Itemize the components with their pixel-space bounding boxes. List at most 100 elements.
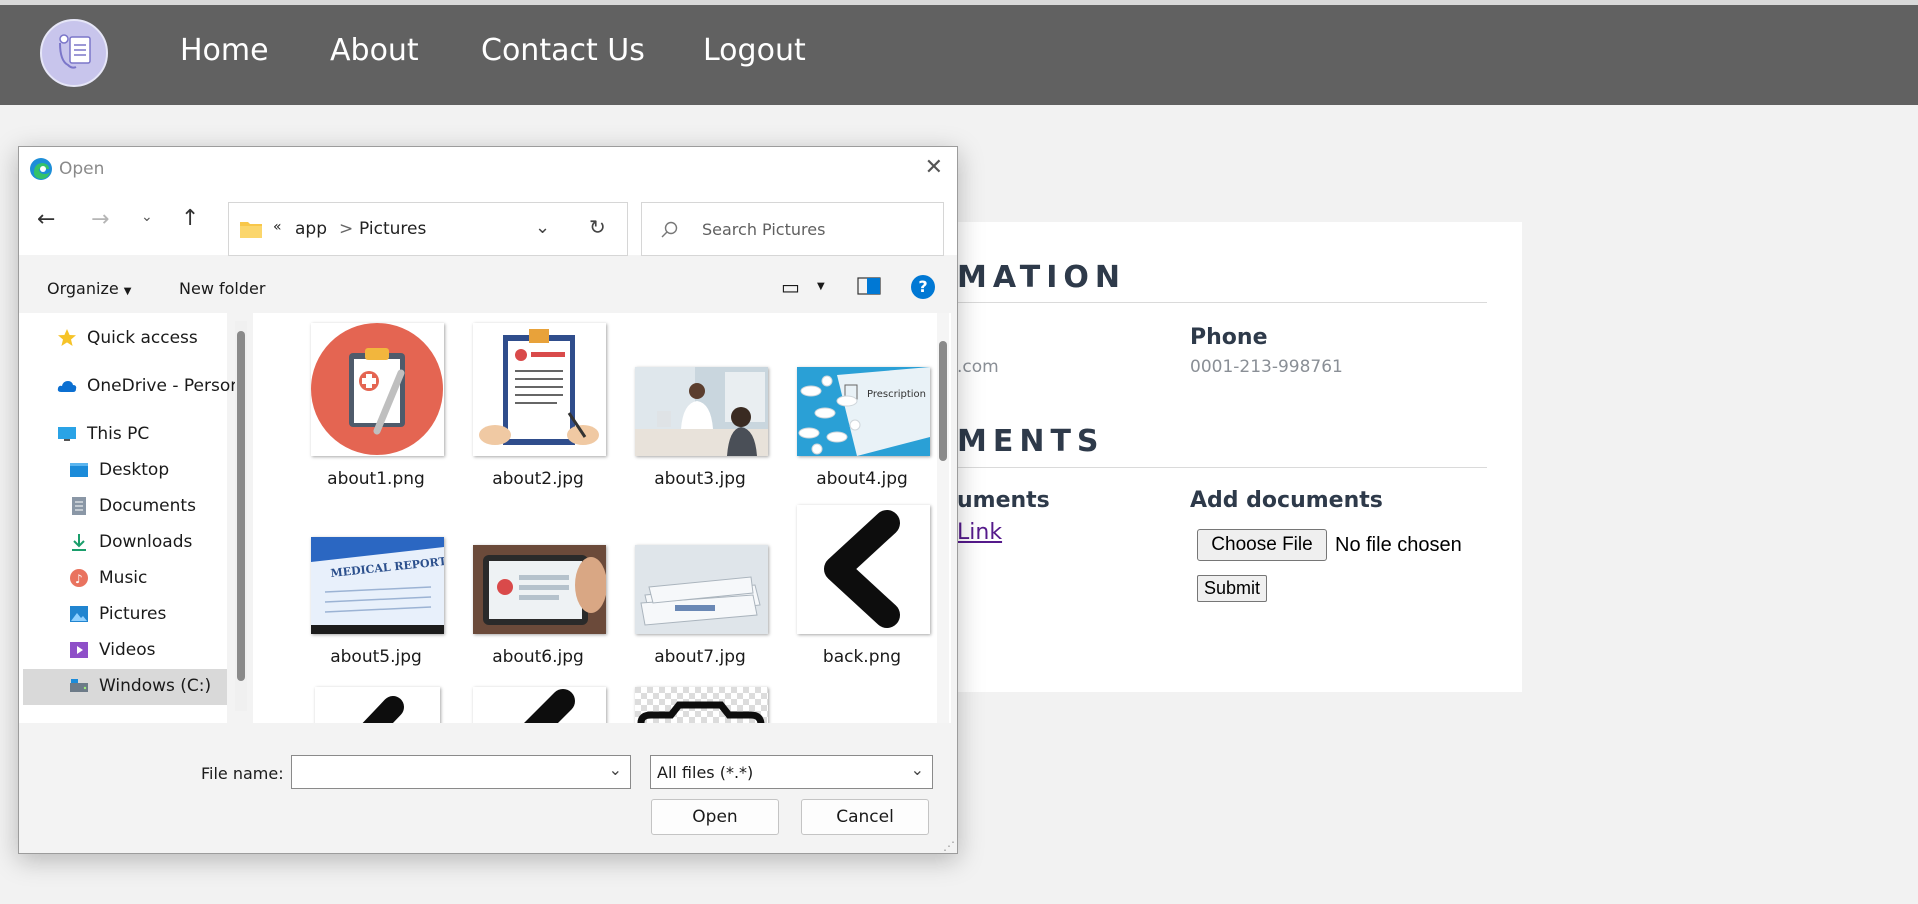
view-options-icon[interactable]: ▭: [781, 275, 800, 299]
nav-logout[interactable]: Logout: [703, 33, 806, 68]
nav-music[interactable]: Music: [99, 568, 147, 588]
close-icon[interactable]: ✕: [925, 155, 943, 180]
nav-quick-access[interactable]: Quick access: [87, 328, 198, 348]
nav-contact-us[interactable]: Contact Us: [481, 33, 645, 68]
file-pane-scrollbar[interactable]: [937, 313, 949, 723]
search-box[interactable]: Search Pictures: [641, 202, 944, 256]
file-thumbnail-about6[interactable]: [473, 545, 606, 634]
address-separator: >: [339, 219, 354, 239]
file-name-about4[interactable]: about4.jpg: [797, 469, 927, 489]
phone-label: Phone: [1190, 325, 1268, 350]
search-placeholder: Search Pictures: [702, 220, 826, 239]
file-thumbnail-partial[interactable]: [635, 687, 768, 723]
file-thumbnail-about2[interactable]: [473, 323, 606, 456]
choose-file-button[interactable]: Choose File: [1197, 529, 1327, 561]
back-arrow-icon[interactable]: ←: [37, 207, 55, 232]
file-name-about2[interactable]: about2.jpg: [473, 469, 603, 489]
nav-documents[interactable]: Documents: [99, 496, 196, 516]
nav-downloads[interactable]: Downloads: [99, 532, 192, 552]
documents-label: uments: [957, 488, 1050, 513]
site-logo[interactable]: [40, 19, 108, 87]
chevron-down-icon[interactable]: ⌄: [911, 760, 924, 779]
preview-pane-icon[interactable]: [857, 277, 881, 299]
file-list-pane: about1.png about2.jpg about3.jpg Prescri…: [253, 313, 951, 723]
refresh-icon[interactable]: ↻: [589, 215, 606, 239]
section-divider: [955, 302, 1487, 303]
file-thumbnail-about4[interactable]: Prescription: [797, 367, 930, 456]
folder-icon: [240, 222, 262, 238]
pictures-icon: [70, 606, 88, 622]
open-file-dialog: Open ✕ ← → ⌄ ↑ « app > Pictures ⌄ ↻ Sear…: [18, 146, 958, 854]
nav-about[interactable]: About: [330, 33, 419, 68]
information-heading: MATION: [957, 260, 1126, 295]
file-name-back[interactable]: back.png: [797, 647, 927, 667]
file-thumbnail-about3[interactable]: [635, 367, 768, 456]
cancel-button[interactable]: Cancel: [801, 799, 929, 835]
file-name-about3[interactable]: about3.jpg: [635, 469, 765, 489]
documents-icon: [72, 497, 86, 515]
up-arrow-icon[interactable]: ↑: [181, 206, 199, 231]
file-thumbnail-about5[interactable]: MEDICAL REPORT: [311, 537, 444, 634]
add-documents-label: Add documents: [1190, 488, 1383, 513]
submit-button[interactable]: Submit: [1197, 575, 1267, 602]
caret-down-icon: ▼: [123, 286, 132, 297]
monitor-icon: [58, 427, 76, 441]
nav-pictures[interactable]: Pictures: [99, 604, 166, 624]
file-name-label: File name:: [201, 764, 284, 783]
file-name-about7[interactable]: about7.jpg: [635, 647, 765, 667]
file-thumbnail-about1[interactable]: [311, 323, 444, 456]
recent-locations-chevron-icon[interactable]: ⌄: [141, 209, 153, 225]
resize-grip-icon[interactable]: ⋰: [943, 839, 955, 853]
navigation-pane: Quick access OneDrive - Persor This PC D…: [19, 313, 247, 723]
documents-heading: MENTS: [957, 424, 1105, 459]
file-name-input[interactable]: ⌄: [291, 755, 631, 789]
nav-scroll-thumb[interactable]: [237, 331, 245, 681]
open-button[interactable]: Open: [651, 799, 779, 835]
file-name-about5[interactable]: about5.jpg: [311, 647, 441, 667]
file-name-about6[interactable]: about6.jpg: [473, 647, 603, 667]
address-segment-app[interactable]: app: [295, 219, 327, 239]
command-bar: Organize ▼ New folder ▭ ▼ ?: [19, 265, 957, 313]
nav-this-pc[interactable]: This PC: [87, 424, 149, 444]
organize-button[interactable]: Organize ▼: [47, 279, 131, 298]
section-divider: [955, 467, 1487, 468]
chevron-down-icon[interactable]: ⌄: [609, 760, 622, 779]
nav-windows-c[interactable]: Windows (C:): [99, 676, 211, 696]
nav-videos[interactable]: Videos: [99, 640, 156, 660]
edge-browser-icon: [30, 158, 52, 180]
file-type-filter-value: All files (*.*): [657, 763, 754, 782]
address-bar[interactable]: « app > Pictures ⌄ ↻: [228, 202, 628, 256]
file-name-about1[interactable]: about1.png: [311, 469, 441, 489]
site-navbar: Home About Contact Us Logout: [0, 5, 1918, 105]
file-thumbnail-partial[interactable]: [315, 687, 440, 723]
phone-value: 0001-213-998761: [1190, 357, 1343, 377]
new-folder-button[interactable]: New folder: [179, 279, 265, 298]
file-pane-scroll-thumb[interactable]: [939, 341, 947, 461]
forward-arrow-icon[interactable]: →: [91, 207, 109, 232]
nav-home[interactable]: Home: [180, 33, 269, 68]
nav-scrollbar[interactable]: [235, 321, 247, 711]
view-dropdown-caret-icon[interactable]: ▼: [817, 281, 825, 292]
nav-onedrive[interactable]: OneDrive - Persor: [87, 376, 237, 396]
file-thumbnail-about7[interactable]: [635, 545, 768, 634]
drive-icon: [70, 679, 88, 692]
help-icon[interactable]: ?: [911, 275, 935, 299]
svg-text:♪: ♪: [75, 572, 83, 586]
file-type-filter[interactable]: All files (*.*) ⌄: [650, 755, 933, 789]
email-value: .com: [957, 357, 999, 377]
videos-icon: [70, 642, 88, 658]
nav-desktop[interactable]: Desktop: [99, 460, 169, 480]
dialog-titlebar[interactable]: Open ✕: [19, 147, 957, 191]
star-icon: [58, 329, 76, 346]
file-thumbnail-back[interactable]: [797, 505, 930, 634]
document-link[interactable]: Link: [957, 520, 1002, 545]
cloud-icon: [57, 381, 77, 392]
desktop-folder-icon: [70, 463, 88, 477]
file-thumbnail-partial[interactable]: [473, 687, 606, 723]
search-icon: [661, 221, 678, 238]
address-dropdown-chevron-icon[interactable]: ⌄: [535, 217, 550, 238]
address-segment-pictures[interactable]: Pictures: [359, 219, 426, 239]
address-overflow[interactable]: «: [273, 219, 282, 235]
organize-label: Organize: [47, 279, 119, 298]
music-icon: ♪: [70, 569, 88, 587]
